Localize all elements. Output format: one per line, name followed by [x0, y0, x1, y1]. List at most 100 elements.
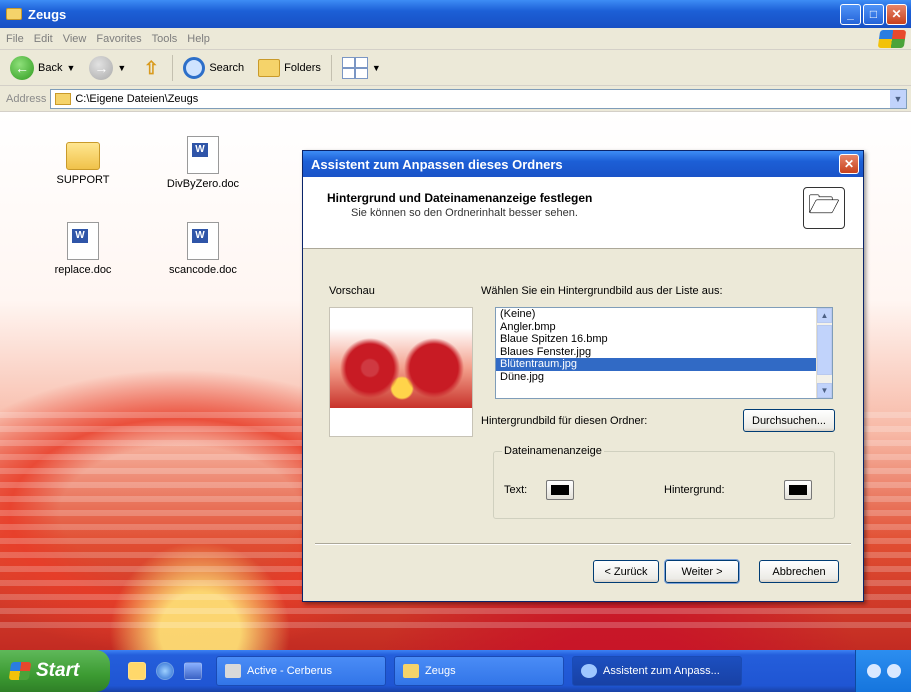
start-label: Start	[36, 660, 80, 681]
next-button[interactable]: Weiter >	[664, 559, 740, 584]
group-title: Dateinamenanzeige	[502, 445, 604, 457]
taskbar-item-wizard[interactable]: Assistent zum Anpass...	[572, 656, 742, 686]
dialog-separator	[315, 543, 851, 545]
background-list-label: Wählen Sie ein Hintergrundbild aus der L…	[481, 285, 723, 297]
views-button[interactable]: ▼	[338, 54, 385, 82]
window-title: Zeugs	[28, 6, 67, 22]
list-item-selected[interactable]: Blütentraum.jpg	[496, 358, 832, 371]
cancel-button[interactable]: Abbrechen	[759, 560, 839, 583]
dialog-header-subtitle: Sie können so den Ordnerinhalt besser se…	[351, 207, 578, 219]
task-label: Active - Cerberus	[247, 665, 332, 677]
folder-icon	[6, 8, 22, 20]
toolbar-separator	[172, 54, 174, 81]
tray-icon[interactable]	[886, 664, 901, 678]
disk-icon[interactable]	[184, 662, 202, 680]
back-dropdown-icon[interactable]: ▼	[66, 63, 75, 73]
word-doc-icon	[187, 136, 219, 174]
menu-view[interactable]: View	[63, 33, 87, 45]
forward-arrow-icon: →	[89, 55, 114, 80]
app-icon	[225, 664, 241, 678]
show-desktop-icon[interactable]	[128, 662, 146, 680]
menu-file[interactable]: File	[6, 33, 24, 45]
folder-icon	[66, 142, 100, 170]
background-listbox[interactable]: (Keine) Angler.bmp Blaue Spitzen 16.bmp …	[495, 307, 833, 399]
address-bar: Address C:\Eigene Dateien\Zeugs ▼	[0, 86, 911, 112]
preview-box	[329, 307, 473, 437]
text-color-button[interactable]	[546, 480, 574, 500]
address-field[interactable]: C:\Eigene Dateien\Zeugs ▼	[50, 88, 907, 109]
customize-folder-dialog: Assistent zum Anpassen dieses Ordners ✕ …	[302, 150, 864, 602]
forward-button[interactable]: → ▼	[85, 54, 130, 82]
back-button[interactable]: ← Back ▼	[6, 54, 79, 82]
windows-logo-icon	[8, 662, 32, 680]
menu-favorites[interactable]: Favorites	[96, 33, 141, 45]
file-item-support[interactable]: SUPPORT	[28, 142, 138, 186]
search-button[interactable]: Search	[179, 54, 248, 82]
back-arrow-icon: ←	[10, 55, 34, 80]
window-controls: _ □ ✕	[840, 4, 907, 25]
views-dropdown-icon[interactable]: ▼	[372, 63, 381, 73]
forward-dropdown-icon[interactable]: ▼	[117, 63, 126, 73]
system-tray	[855, 650, 911, 692]
list-item[interactable]: Angler.bmp	[496, 321, 832, 334]
menu-help[interactable]: Help	[187, 33, 210, 45]
file-name: DivByZero.doc	[166, 178, 240, 190]
menu-edit[interactable]: Edit	[34, 33, 53, 45]
start-button[interactable]: Start	[0, 650, 110, 692]
address-dropdown-icon[interactable]: ▼	[890, 89, 906, 108]
taskbar-item-zeugs[interactable]: Zeugs	[394, 656, 564, 686]
scroll-down-icon[interactable]: ▼	[817, 383, 832, 398]
dialog-titlebar[interactable]: Assistent zum Anpassen dieses Ordners ✕	[303, 151, 863, 177]
background-color-label: Hintergrund:	[664, 484, 725, 496]
folders-button[interactable]: Folders	[254, 54, 325, 82]
window-titlebar[interactable]: Zeugs _ □ ✕	[0, 0, 911, 28]
taskbar: Start Active - Cerberus Zeugs Assistent …	[0, 650, 911, 692]
browser-icon[interactable]	[156, 662, 174, 680]
toolbar-separator	[330, 54, 332, 81]
up-button[interactable]: ⇧	[136, 54, 166, 82]
folder-up-icon: ⇧	[143, 57, 159, 78]
browse-button[interactable]: Durchsuchen...	[743, 409, 835, 432]
word-doc-icon	[187, 222, 219, 260]
back-label: Back	[38, 61, 63, 74]
folder-icon	[403, 664, 419, 678]
task-label: Assistent zum Anpass...	[603, 665, 720, 677]
list-item[interactable]: Blaues Fenster.jpg	[496, 346, 832, 359]
maximize-button[interactable]: □	[863, 4, 884, 25]
dialog-close-button[interactable]: ✕	[839, 154, 859, 174]
scroll-thumb[interactable]	[817, 325, 832, 375]
scroll-up-icon[interactable]: ▲	[817, 308, 832, 323]
taskbar-item-cerberus[interactable]: Active - Cerberus	[216, 656, 386, 686]
file-item-divbyzero[interactable]: DivByZero.doc	[148, 136, 258, 190]
menu-bar: File Edit View Favorites Tools Help	[0, 28, 911, 50]
search-label: Search	[209, 61, 245, 74]
minimize-button[interactable]: _	[840, 4, 861, 25]
list-item[interactable]: Blaue Spitzen 16.bmp	[496, 333, 832, 346]
folder-wizard-icon: 🗁	[803, 187, 845, 229]
folders-label: Folders	[284, 61, 321, 74]
background-folder-label: Hintergrundbild für diesen Ordner:	[481, 415, 648, 427]
list-item[interactable]: (Keine)	[496, 308, 832, 321]
back-wizard-button[interactable]: < Zurück	[593, 560, 659, 583]
listbox-scrollbar[interactable]: ▲ ▼	[816, 308, 832, 398]
dialog-header: Hintergrund und Dateinamenanzeige festle…	[303, 177, 863, 249]
file-name: replace.doc	[54, 264, 112, 276]
background-color-button[interactable]	[784, 480, 812, 500]
menu-tools[interactable]: Tools	[152, 33, 178, 45]
search-icon	[183, 56, 206, 79]
folder-icon	[55, 92, 72, 105]
tray-icon[interactable]	[866, 664, 881, 678]
address-label: Address	[6, 92, 47, 105]
folders-icon	[258, 58, 281, 77]
filename-display-group: Dateinamenanzeige Text: Hintergrund:	[493, 445, 835, 519]
text-color-label: Text:	[504, 484, 528, 496]
quick-launch	[128, 662, 202, 680]
list-item[interactable]: Düne.jpg	[496, 371, 832, 384]
task-label: Zeugs	[425, 665, 456, 677]
close-button[interactable]: ✕	[886, 4, 907, 25]
background-color-swatch	[789, 485, 807, 495]
file-item-replace[interactable]: replace.doc	[28, 222, 138, 276]
address-path: C:\Eigene Dateien\Zeugs	[75, 92, 199, 105]
file-item-scancode[interactable]: scancode.doc	[148, 222, 258, 276]
toolbar: ← Back ▼ → ▼ ⇧ Search Folders ▼	[0, 50, 911, 86]
